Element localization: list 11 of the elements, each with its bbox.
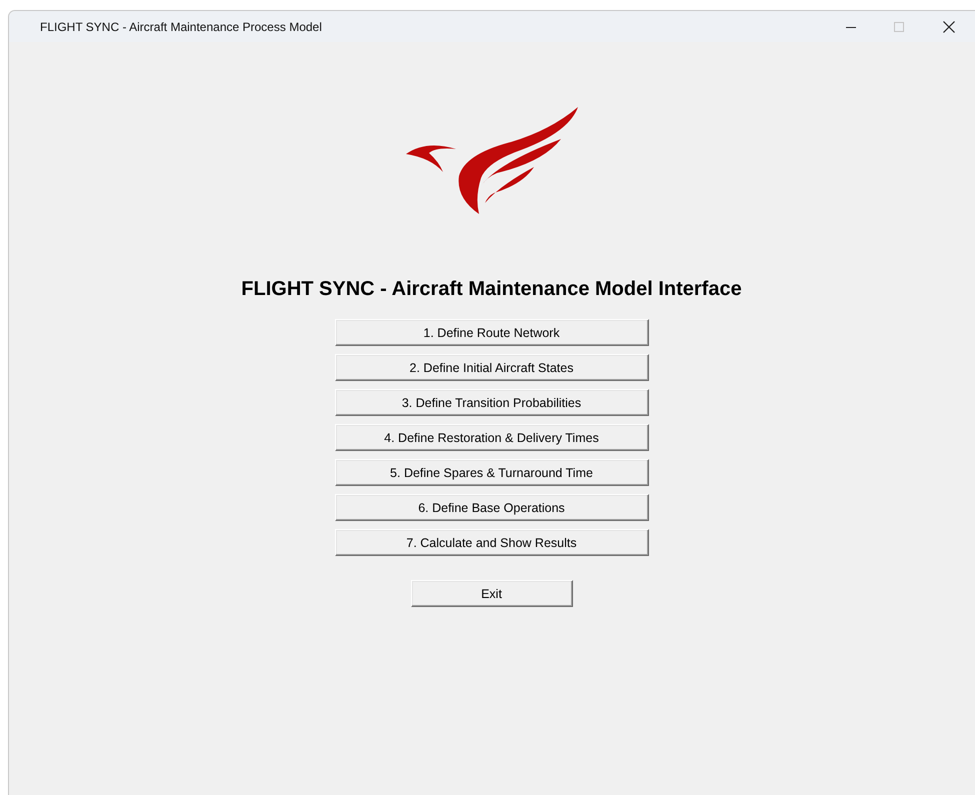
menu-button[interactable]: 3. Define Transition Probabilities [334, 389, 648, 416]
app-heading: FLIGHT SYNC - Aircraft Maintenance Model Interface [241, 278, 742, 301]
menu-button[interactable]: 6. Define Base Operations [334, 494, 648, 521]
menu-button[interactable]: 7. Calculate and Show Results [334, 529, 648, 556]
exit-button[interactable]: Exit [410, 580, 572, 607]
menu-button[interactable]: 2. Define Initial Aircraft States [334, 354, 648, 381]
menu-button[interactable]: 4. Define Restoration & Delivery Times [334, 424, 648, 451]
menu-button[interactable]: 5. Define Spares & Turnaround Time [334, 459, 648, 486]
menu-button[interactable]: 1. Define Route Network [334, 319, 648, 346]
window-title: FLIGHT SYNC - Aircraft Maintenance Process Model [40, 20, 323, 34]
close-icon[interactable] [942, 20, 956, 34]
